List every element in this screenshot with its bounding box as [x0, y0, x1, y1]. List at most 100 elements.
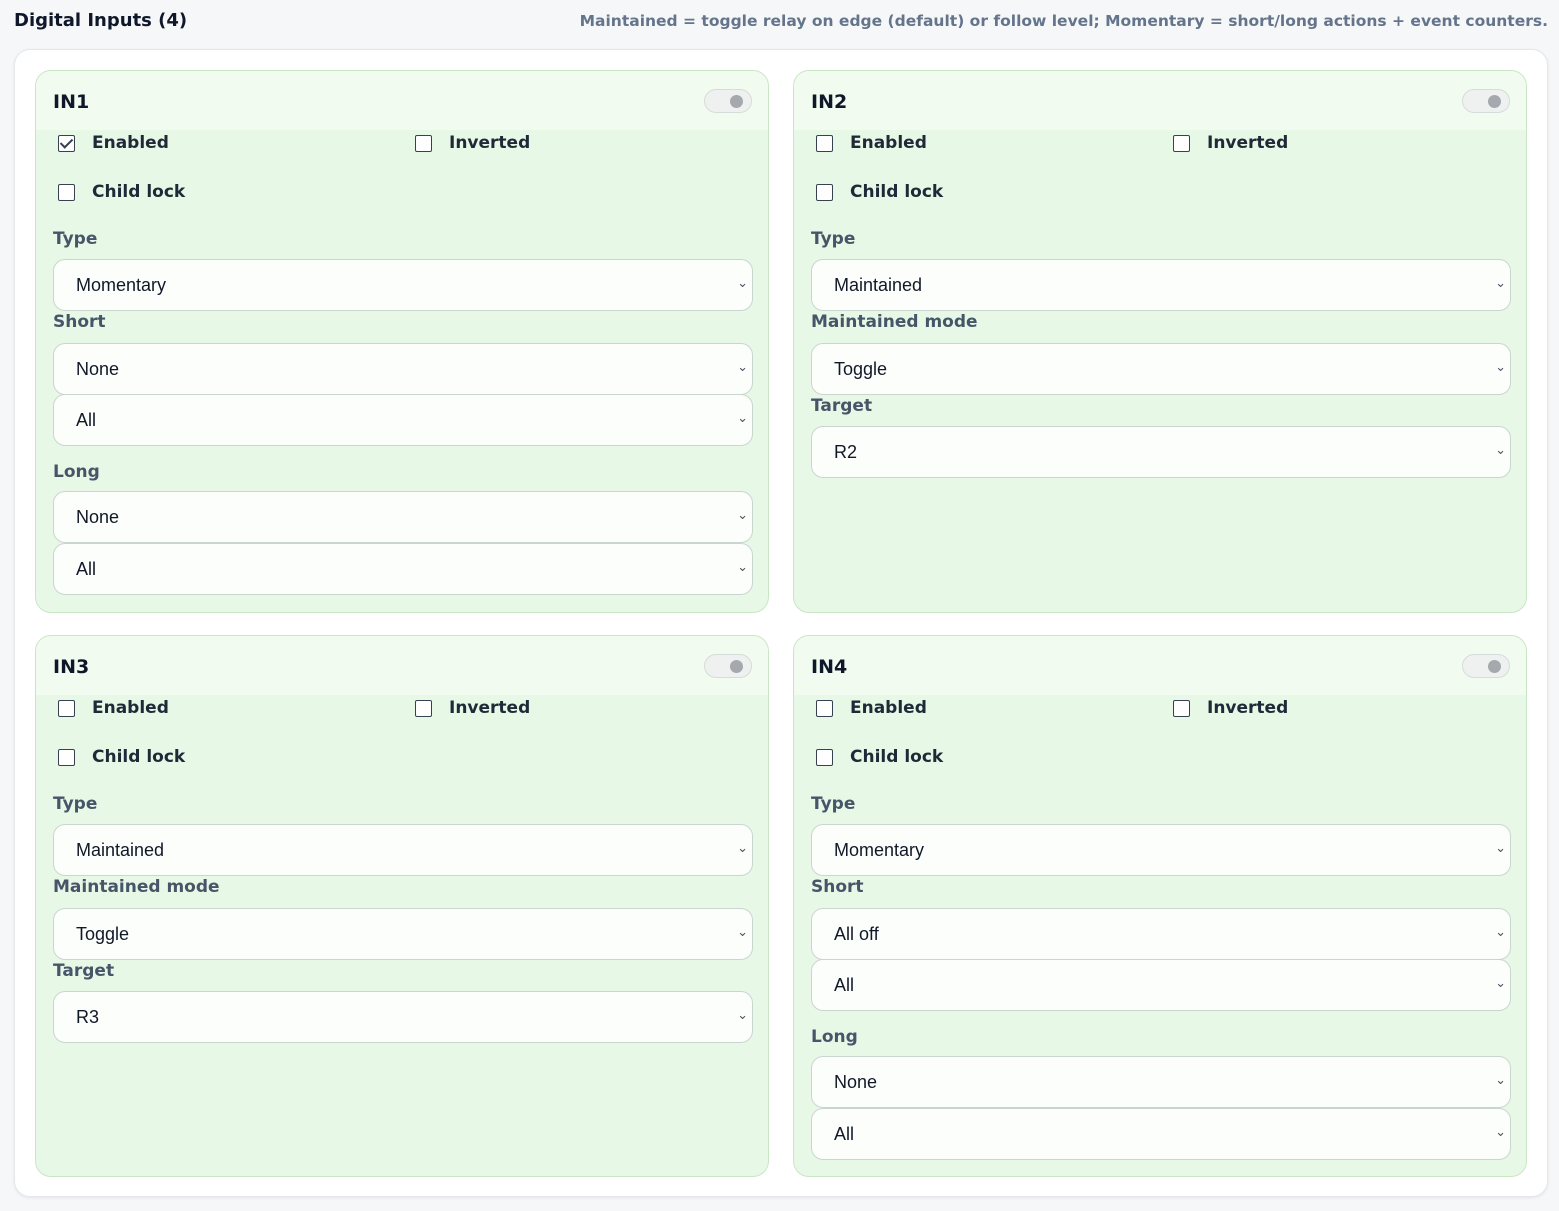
toggle-knob-icon: [1488, 660, 1501, 673]
child-lock-label: Child lock: [92, 182, 186, 202]
type-value: Momentary: [76, 275, 167, 295]
long-target-value: All: [834, 1124, 855, 1144]
maintained-mode-value: Toggle: [76, 924, 130, 944]
power-toggle[interactable]: [1462, 89, 1510, 113]
type-label: Type: [53, 794, 98, 814]
checkbox-icon: [816, 699, 833, 717]
checkbox-icon: [415, 699, 432, 717]
type-select[interactable]: Momentary ⌄: [53, 259, 753, 311]
inverted-checkbox[interactable]: Inverted: [1173, 133, 1288, 153]
short-action-select[interactable]: None ⌄: [53, 343, 753, 395]
chevron-down-icon: ⌄: [1495, 360, 1506, 375]
enabled-checkbox[interactable]: Enabled: [58, 133, 169, 153]
short-label: Short: [811, 877, 864, 897]
inverted-checkbox[interactable]: Inverted: [415, 133, 530, 153]
chevron-down-icon: ⌄: [1495, 841, 1506, 856]
checkbox-icon: [816, 134, 833, 152]
long-action-value: None: [834, 1072, 878, 1092]
checkbox-icon: [1173, 699, 1190, 717]
chevron-down-icon: ⌄: [1495, 1125, 1506, 1140]
input-card-in2: IN2 Enabled Inverted Child lock Type Mai…: [793, 70, 1527, 613]
power-toggle[interactable]: [704, 89, 752, 113]
chevron-down-icon: ⌄: [737, 925, 748, 940]
checkbox-icon: [58, 699, 75, 717]
maintained-mode-label: Maintained mode: [811, 312, 978, 332]
card-title: IN1: [53, 91, 90, 113]
child-lock-label: Child lock: [850, 747, 944, 767]
type-label: Type: [811, 794, 856, 814]
card-header: IN2: [794, 71, 1526, 130]
enabled-checkbox[interactable]: Enabled: [816, 133, 927, 153]
short-target-value: All: [76, 410, 97, 430]
chevron-down-icon: ⌄: [737, 360, 748, 375]
chevron-down-icon: ⌄: [737, 411, 748, 426]
maintained-mode-select[interactable]: Toggle ⌄: [53, 908, 753, 960]
card-title: IN3: [53, 656, 90, 678]
enabled-label: Enabled: [92, 133, 169, 153]
toggle-knob-icon: [730, 660, 743, 673]
input-card-in4: IN4 Enabled Inverted Child lock Type Mom…: [793, 635, 1527, 1177]
short-target-value: All: [834, 975, 855, 995]
long-action-value: None: [76, 507, 120, 527]
target-value: R3: [76, 1007, 100, 1027]
type-select[interactable]: Momentary ⌄: [811, 824, 1511, 876]
inverted-label: Inverted: [1207, 698, 1289, 718]
enabled-label: Enabled: [850, 698, 927, 718]
card-title: IN4: [811, 656, 848, 678]
child-lock-checkbox[interactable]: Child lock: [816, 747, 943, 767]
long-label: Long: [53, 462, 100, 482]
child-lock-label: Child lock: [92, 747, 186, 767]
target-label: Target: [811, 396, 873, 416]
target-select[interactable]: R3 ⌄: [53, 991, 753, 1043]
long-action-select[interactable]: None ⌄: [53, 491, 753, 543]
long-label: Long: [811, 1027, 858, 1047]
chevron-down-icon: ⌄: [1495, 443, 1506, 458]
chevron-down-icon: ⌄: [1495, 1073, 1506, 1088]
child-lock-checkbox[interactable]: Child lock: [58, 747, 185, 767]
inverted-checkbox[interactable]: Inverted: [1173, 698, 1288, 718]
chevron-down-icon: ⌄: [737, 276, 748, 291]
chevron-down-icon: ⌄: [737, 841, 748, 856]
type-value: Maintained: [834, 275, 923, 295]
checkbox-icon: [816, 748, 833, 766]
checkbox-icon: [1173, 134, 1190, 152]
enabled-checkbox[interactable]: Enabled: [58, 698, 169, 718]
target-label: Target: [53, 961, 115, 981]
inverted-label: Inverted: [1207, 133, 1289, 153]
power-toggle[interactable]: [704, 654, 752, 678]
chevron-down-icon: ⌄: [737, 560, 748, 575]
chevron-down-icon: ⌄: [1495, 925, 1506, 940]
child-lock-checkbox[interactable]: Child lock: [58, 182, 185, 202]
power-toggle[interactable]: [1462, 654, 1510, 678]
type-select[interactable]: Maintained ⌄: [53, 824, 753, 876]
type-value: Maintained: [76, 840, 165, 860]
target-select[interactable]: R2 ⌄: [811, 426, 1511, 478]
type-select[interactable]: Maintained ⌄: [811, 259, 1511, 311]
child-lock-checkbox[interactable]: Child lock: [816, 182, 943, 202]
long-target-select[interactable]: All ⌄: [811, 1108, 1511, 1160]
long-action-select[interactable]: None ⌄: [811, 1056, 1511, 1108]
input-card-in3: IN3 Enabled Inverted Child lock Type Mai…: [35, 635, 769, 1177]
type-label: Type: [811, 229, 856, 249]
long-target-select[interactable]: All ⌄: [53, 543, 753, 595]
section-hint: Maintained = toggle relay on edge (defau…: [579, 12, 1548, 30]
enabled-label: Enabled: [92, 698, 169, 718]
input-card-in1: IN1 Enabled Inverted Child lock Type Mom…: [35, 70, 769, 613]
maintained-mode-label: Maintained mode: [53, 877, 220, 897]
toggle-knob-icon: [1488, 95, 1501, 108]
short-target-select[interactable]: All ⌄: [53, 394, 753, 446]
inverted-label: Inverted: [449, 133, 531, 153]
enabled-label: Enabled: [850, 133, 927, 153]
checkbox-icon: [58, 748, 75, 766]
card-header: IN4: [794, 636, 1526, 695]
long-target-value: All: [76, 559, 97, 579]
enabled-checkbox[interactable]: Enabled: [816, 698, 927, 718]
short-target-select[interactable]: All ⌄: [811, 959, 1511, 1011]
inputs-panel: IN1 Enabled Inverted Child lock Type Mom…: [14, 49, 1548, 1197]
short-action-value: All off: [834, 924, 879, 944]
checkbox-icon: [415, 134, 432, 152]
maintained-mode-select[interactable]: Toggle ⌄: [811, 343, 1511, 395]
inverted-checkbox[interactable]: Inverted: [415, 698, 530, 718]
short-action-select[interactable]: All off ⌄: [811, 908, 1511, 960]
checkbox-icon: [58, 183, 75, 201]
